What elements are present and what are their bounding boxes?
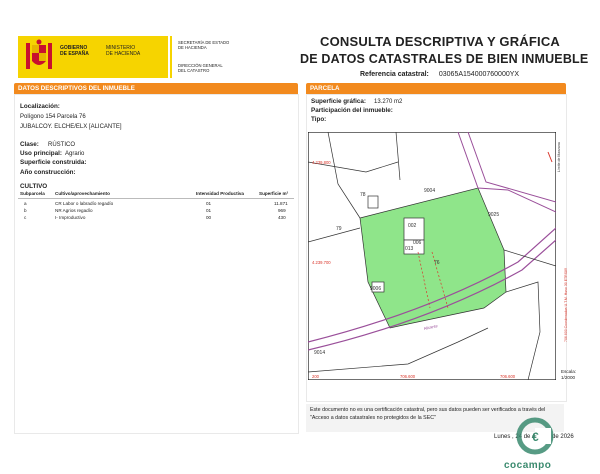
- map-label-002: 002: [408, 223, 417, 229]
- ref-value: 03065A154000760000YX: [438, 71, 520, 78]
- page-title-line1: CONSULTA DESCRIPTIVA Y GRÁFICA: [320, 34, 561, 49]
- clase-label: Clase:: [20, 141, 39, 148]
- map-label-9014: 9014: [314, 350, 325, 356]
- cultivo-cell: a: [24, 201, 27, 206]
- cultivo-header-subparcela: Subparcela: [20, 191, 45, 196]
- coat-of-arms-icon: [26, 39, 52, 69]
- secretaria-text: SECRETARÍA DE ESTADO DE HACIENDA: [178, 40, 230, 50]
- cultivo-cell: 01: [206, 208, 212, 213]
- map-label-9025: 9025: [488, 212, 499, 218]
- svg-text:€: €: [532, 430, 539, 444]
- cultivo-header-intensidad: Intensidad Productiva: [196, 191, 244, 196]
- cultivo-cell: 11.871: [274, 201, 288, 206]
- ref-label: Referencia catastral:: [360, 71, 429, 78]
- cultivo-cell: 01: [206, 201, 212, 206]
- map-label-x-mid: 706.600: [400, 374, 416, 379]
- cultivo-cell: 430: [278, 215, 286, 220]
- cultivo-cell: NR Agrios regadío: [55, 208, 93, 213]
- gobierno-logo: GOBIERNO DE ESPAÑA MINISTERIO DE HACIEND…: [18, 36, 168, 78]
- uso-label: Uso principal:: [20, 150, 62, 157]
- building: [367, 195, 379, 209]
- map-label-79: 79: [336, 226, 342, 232]
- map-label-76: 76: [434, 260, 440, 266]
- scale-label: Escala:: [561, 369, 577, 374]
- cultivo-cell: b: [24, 208, 27, 213]
- participacion-label: Participación del inmueble:: [311, 107, 393, 114]
- cultivo-cell: c: [24, 215, 27, 220]
- watermark-text: cocampo: [504, 460, 552, 471]
- tipo-label: Tipo:: [311, 116, 327, 123]
- localizacion-line1: Polígono 154 Parcela 76: [20, 114, 86, 120]
- logo-gobierno-text: GOBIERNO DE ESPAÑA: [60, 45, 89, 57]
- map-label-006: 006: [413, 240, 422, 246]
- coords-note: 706.600 Coordenadas U.T.M. Huso 30 ETRS8…: [564, 268, 568, 342]
- sup-grafica-value: 13.270 m2: [374, 98, 403, 105]
- sup-grafica-label: Superficie gráfica:: [311, 98, 366, 105]
- parcela-section-header: PARCELA: [306, 83, 566, 94]
- uso-value: Agrario: [65, 150, 85, 157]
- map-label-9004: 9004: [424, 188, 435, 194]
- map-label-x-left: 200: [312, 374, 320, 379]
- building: [403, 217, 425, 241]
- cultivo-header-cultivo: Cultivo/aprovechamiento: [55, 191, 110, 196]
- cultivo-cell: 969: [278, 208, 286, 213]
- map-label-78: 78: [360, 192, 366, 198]
- localizacion-line2: JUBALCOY. ELCHE/ELX [ALICANTE]: [20, 124, 122, 130]
- page-title-line2: DE DATOS CATASTRALES DE BIEN INMUEBLE: [300, 52, 589, 66]
- cultivo-title: CULTIVO: [20, 183, 48, 190]
- catastro-sheet: GOBIERNO DE ESPAÑA MINISTERIO DE HACIEND…: [2, 2, 596, 471]
- cultivo-header-rule: [18, 198, 294, 199]
- logo-ministerio-text: MINISTERIO DE HACIENDA: [106, 45, 141, 57]
- logo-divider: [170, 36, 172, 78]
- parcel-map: 4.239.800 4.239.700 200 706.600 706.600 …: [308, 132, 556, 380]
- clase-value: RÚSTICO: [48, 141, 75, 148]
- map-label-y-top: 4.239.800: [312, 160, 331, 165]
- legend-item: Límite de Manzana: [557, 142, 561, 172]
- cultivo-cell: CR Labor o labradío regadío: [55, 201, 114, 206]
- cultivo-cell: I- Improductivo: [55, 215, 86, 220]
- map-label-x-right: 706.600: [500, 374, 516, 379]
- inmueble-section-header: DATOS DESCRIPTIVOS DEL INMUEBLE: [14, 83, 298, 94]
- map-label-9006: 9006: [370, 286, 381, 292]
- cultivo-header-superficie: Superficie m²: [259, 191, 289, 196]
- referencia-catastral: Referencia catastral: 03065A154000760000Y…: [360, 71, 519, 78]
- superficie-label: Superficie construida:: [20, 159, 87, 166]
- anio-label: Año construcción:: [20, 169, 76, 176]
- map-legend: Límite de Manzana: [557, 132, 565, 380]
- scale-value: 1/2000: [561, 375, 576, 380]
- map-label-013: 013: [405, 246, 414, 252]
- localizacion-label: Localización:: [20, 103, 60, 110]
- map-label-y-mid: 4.239.700: [312, 260, 331, 265]
- cultivo-cell: 00: [206, 215, 212, 220]
- direccion-text: DIRECCIÓN GENERAL DEL CATASTRO: [178, 63, 223, 73]
